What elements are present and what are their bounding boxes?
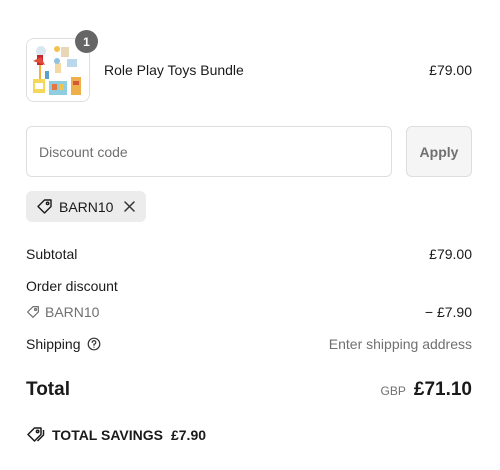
remove-discount-icon[interactable]: [123, 200, 136, 213]
product-thumbnail-wrapper: 1: [26, 30, 98, 102]
discount-code-label: BARN10: [45, 304, 100, 320]
total-label: Total: [26, 379, 70, 400]
discount-amount: − £7.90: [424, 304, 472, 320]
order-discount-row: Order discount: [26, 278, 472, 294]
discount-form: Apply: [26, 126, 472, 177]
discount-code-input[interactable]: [26, 126, 392, 177]
currency-code: GBP: [380, 384, 406, 398]
apply-discount-button[interactable]: Apply: [406, 126, 472, 177]
subtotal-row: Subtotal £79.00: [26, 246, 472, 262]
product-name: Role Play Toys Bundle: [104, 62, 244, 78]
discount-code-line: BARN10: [26, 304, 99, 320]
applied-discount-chip: BARN10: [26, 191, 147, 222]
shipping-label: Shipping: [26, 336, 81, 352]
shipping-value: Enter shipping address: [328, 336, 472, 352]
discount-line-row: BARN10 − £7.90: [26, 304, 472, 320]
total-savings-value: £7.90: [170, 426, 207, 443]
subtotal-label: Subtotal: [26, 246, 78, 262]
product-price: £79.00: [429, 62, 472, 78]
shipping-row: Shipping Enter shipping address: [26, 336, 472, 352]
total-savings-label: TOTAL SAVINGS: [52, 426, 163, 443]
total-savings: TOTAL SAVINGS £7.90: [26, 426, 206, 443]
total-value-wrap: GBP £71.10: [381, 379, 472, 401]
tag-icon: [26, 305, 40, 319]
order-discount-label: Order discount: [26, 278, 118, 294]
tag-icon: [36, 198, 53, 215]
total-value: £71.10: [413, 379, 472, 400]
shipping-label-wrap: Shipping: [26, 336, 101, 352]
applied-discount-code: BARN10: [59, 198, 114, 215]
line-item: 1 Role Play Toys Bundle £79.00: [26, 30, 472, 102]
quantity-badge: 1: [75, 30, 98, 53]
tag-icon: [26, 426, 45, 443]
subtotal-value: £79.00: [429, 246, 472, 262]
help-icon[interactable]: [87, 337, 101, 351]
total-row: Total GBP £71.10: [26, 379, 472, 401]
